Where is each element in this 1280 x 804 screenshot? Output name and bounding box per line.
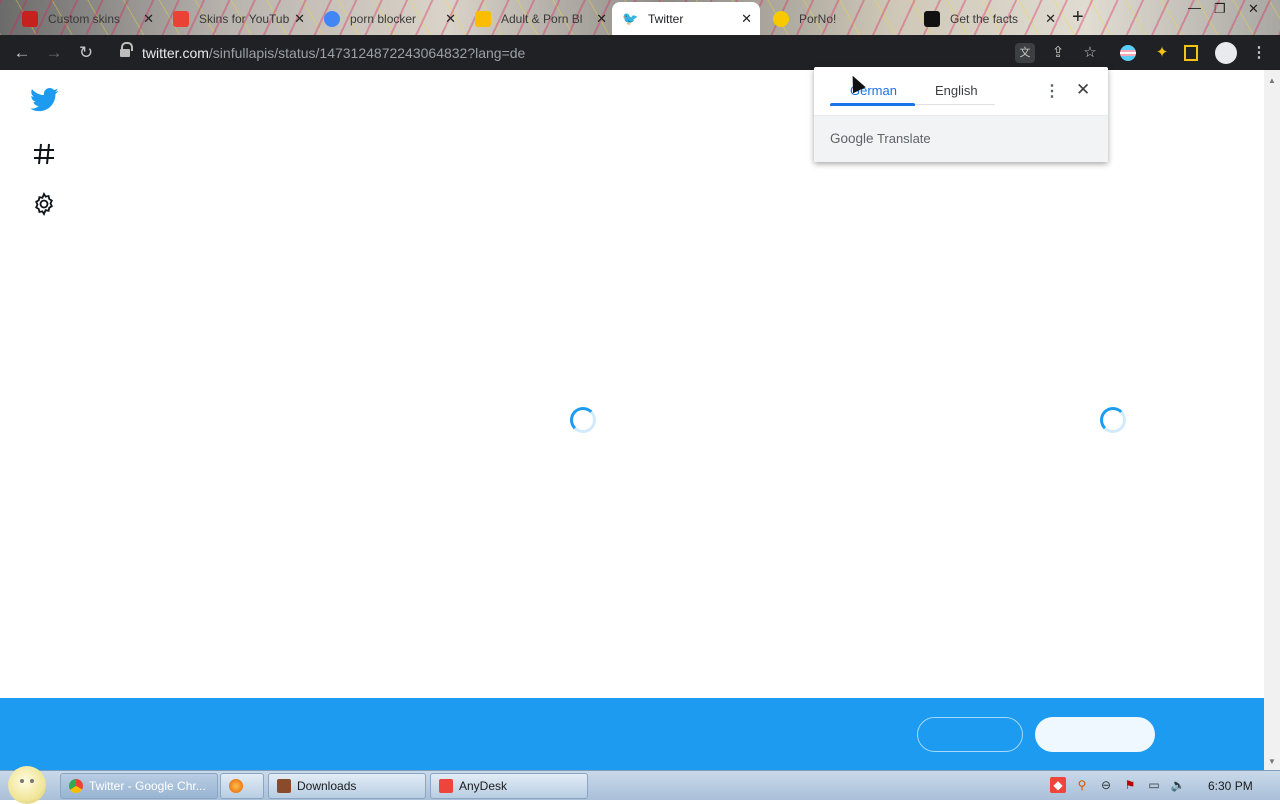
close-icon[interactable]: ✕ bbox=[1076, 80, 1090, 100]
volume-icon[interactable]: 🔈 bbox=[1170, 777, 1186, 793]
tab-close-icon[interactable]: ✕ bbox=[596, 11, 607, 27]
firefox-icon bbox=[229, 779, 243, 793]
restore-icon[interactable]: ❐ bbox=[1214, 1, 1226, 17]
chrome-icon bbox=[69, 779, 83, 793]
tab-english[interactable]: English bbox=[935, 83, 978, 98]
monitor-tray-icon[interactable]: ▭ bbox=[1146, 777, 1162, 793]
tab-porn-blocker[interactable]: porn blocker ✕ bbox=[314, 2, 464, 35]
tab-porno[interactable]: PorNo! bbox=[763, 2, 913, 35]
tab-skins-for-youtube[interactable]: Skins for YouTube ✕ bbox=[163, 2, 313, 35]
more-options-icon[interactable]: ⋮ bbox=[1044, 81, 1060, 101]
anydesk-tray-icon[interactable]: ◆ bbox=[1050, 777, 1066, 793]
tab-favicon-icon bbox=[22, 10, 38, 27]
tab-close-icon[interactable]: ✕ bbox=[143, 11, 154, 27]
extension-flag-icon[interactable] bbox=[1120, 45, 1136, 61]
taskbar-item-anydesk[interactable]: AnyDesk bbox=[430, 773, 588, 799]
network-tray-icon[interactable]: ⊖ bbox=[1098, 777, 1114, 793]
selected-tab-indicator bbox=[830, 103, 915, 106]
new-tab-button[interactable]: + bbox=[1072, 6, 1084, 29]
google-translate-logo: Google Translate bbox=[830, 131, 931, 146]
tab-close-icon[interactable]: ✕ bbox=[741, 11, 752, 27]
system-clock[interactable]: 6:30 PM bbox=[1208, 779, 1253, 793]
start-button[interactable] bbox=[8, 766, 46, 804]
puzzle-icon[interactable]: ✦ bbox=[1152, 43, 1172, 63]
minimize-icon[interactable]: — bbox=[1188, 0, 1201, 15]
tab-favicon-icon bbox=[173, 10, 189, 27]
browser-tab-strip: Custom skins ✕ Skins for YouTube ✕ porn … bbox=[0, 0, 1280, 35]
address-text[interactable]: twitter.com/sinfullapis/status/147312487… bbox=[142, 45, 525, 61]
action-center-flag-icon[interactable]: ⚑ bbox=[1122, 777, 1138, 793]
folder-icon bbox=[277, 779, 291, 793]
browser-toolbar: ← → ↻ twitter.com/sinfullapis/status/147… bbox=[0, 35, 1280, 70]
close-window-icon[interactable]: ✕ bbox=[1248, 1, 1259, 17]
login-banner bbox=[0, 698, 1264, 770]
sidepanel-icon[interactable] bbox=[1184, 45, 1198, 61]
signup-button[interactable] bbox=[1035, 717, 1155, 752]
login-button[interactable] bbox=[917, 717, 1023, 752]
twitter-bird-icon: 🐦 bbox=[622, 10, 639, 26]
scroll-down-icon[interactable]: ▼ bbox=[1268, 757, 1276, 766]
anydesk-icon bbox=[439, 779, 453, 793]
tab-adult-porn-blocker[interactable]: Adult & Porn Bl ✕ bbox=[465, 2, 615, 35]
taskbar-item-downloads[interactable]: Downloads bbox=[268, 773, 426, 799]
star-icon[interactable]: ☆ bbox=[1080, 43, 1100, 63]
hashtag-icon[interactable] bbox=[33, 143, 55, 165]
back-icon[interactable]: ← bbox=[11, 42, 33, 64]
twitter-bird-icon[interactable] bbox=[30, 88, 59, 112]
page-scrollbar[interactable]: ▲ ▼ bbox=[1264, 70, 1280, 770]
google-icon bbox=[324, 10, 340, 27]
translate-footer: Google Translate bbox=[814, 115, 1108, 162]
twitter-page bbox=[0, 70, 1264, 698]
kebab-menu-icon[interactable]: ⋮ bbox=[1249, 43, 1269, 63]
tab-close-icon[interactable]: ✕ bbox=[445, 11, 456, 27]
os-taskbar: Twitter - Google Chr... Downloads AnyDes… bbox=[0, 766, 1280, 804]
address-bar[interactable]: twitter.com/sinfullapis/status/147312487… bbox=[110, 39, 1105, 67]
tab-get-the-facts[interactable]: Get the facts ✕ bbox=[914, 2, 1064, 35]
taskbar-item-firefox[interactable] bbox=[220, 773, 264, 799]
scroll-up-icon[interactable]: ▲ bbox=[1268, 76, 1276, 85]
search-tray-icon[interactable]: ⚲ bbox=[1074, 777, 1090, 793]
settings-icon[interactable] bbox=[32, 192, 56, 216]
tab-custom-skins[interactable]: Custom skins ✕ bbox=[12, 2, 162, 35]
taskbar-item-chrome[interactable]: Twitter - Google Chr... bbox=[60, 773, 218, 799]
tab-close-icon[interactable]: ✕ bbox=[1045, 11, 1056, 27]
translate-icon[interactable]: 文 bbox=[1015, 43, 1035, 63]
tab-close-icon[interactable]: ✕ bbox=[294, 11, 305, 27]
reload-icon[interactable]: ↻ bbox=[75, 42, 97, 64]
tab-twitter[interactable]: 🐦 Twitter ✕ bbox=[612, 2, 760, 35]
loading-spinner bbox=[1100, 407, 1126, 433]
heart-icon bbox=[773, 10, 789, 27]
lock-icon[interactable] bbox=[120, 42, 133, 58]
loading-spinner bbox=[570, 407, 596, 433]
forward-icon[interactable]: → bbox=[43, 42, 65, 64]
profile-icon[interactable] bbox=[1215, 42, 1237, 64]
tab-favicon-icon bbox=[924, 10, 940, 27]
tab-favicon-icon bbox=[475, 10, 491, 27]
share-icon[interactable]: ⇪ bbox=[1048, 43, 1068, 63]
